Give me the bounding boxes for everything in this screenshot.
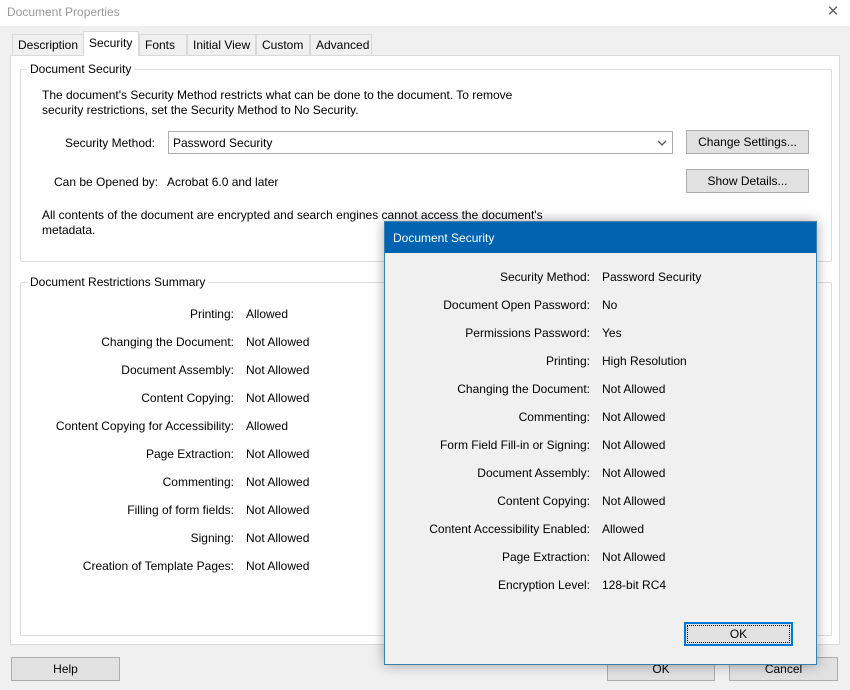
security-detail-label: Form Field Fill-in or Signing: xyxy=(439,438,590,452)
opened-by-value: Acrobat 6.0 and later xyxy=(167,175,279,189)
security-detail-value: Not Allowed xyxy=(602,382,666,396)
chevron-down-icon xyxy=(657,140,667,146)
restriction-value: Not Allowed xyxy=(246,363,310,377)
restriction-value: Not Allowed xyxy=(246,335,310,349)
document-security-legend: Document Security xyxy=(27,62,135,76)
restriction-label: Creation of Template Pages: xyxy=(82,559,234,573)
tab-custom[interactable]: Custom xyxy=(256,34,310,56)
security-method-label: Security Method: xyxy=(64,136,155,150)
restriction-value: Not Allowed xyxy=(246,531,310,545)
restriction-value: Not Allowed xyxy=(246,559,310,573)
help-button[interactable]: Help xyxy=(11,657,120,681)
restriction-value: Not Allowed xyxy=(246,447,310,461)
restriction-label: Commenting: xyxy=(162,475,234,489)
tab-fonts[interactable]: Fonts xyxy=(139,34,187,56)
restriction-label: Content Copying: xyxy=(141,391,234,405)
security-detail-value: Not Allowed xyxy=(602,550,666,564)
close-icon[interactable]: ✕ xyxy=(822,2,844,22)
restriction-label: Signing: xyxy=(190,531,234,545)
security-detail-value: Allowed xyxy=(602,522,645,536)
restriction-value: Not Allowed xyxy=(246,391,310,405)
encryption-note-line-1: All contents of the document are encrypt… xyxy=(42,208,543,222)
restriction-label: Changing the Document: xyxy=(101,335,234,349)
security-detail-value: No xyxy=(602,298,618,312)
security-detail-label: Printing: xyxy=(545,354,590,368)
security-detail-value: Yes xyxy=(602,326,622,340)
security-detail-label: Permissions Password: xyxy=(465,326,590,340)
title-bar: Document Properties ✕ xyxy=(0,0,850,26)
restrictions-summary-legend: Document Restrictions Summary xyxy=(27,275,209,289)
security-detail-value: Not Allowed xyxy=(602,438,666,452)
security-detail-label: Page Extraction: xyxy=(501,550,590,564)
change-settings-button[interactable]: Change Settings... xyxy=(686,130,809,154)
security-detail-value: High Resolution xyxy=(602,354,687,368)
window-title: Document Properties xyxy=(7,5,120,19)
show-details-button[interactable]: Show Details... xyxy=(686,169,809,193)
security-detail-label: Document Open Password: xyxy=(443,298,590,312)
restriction-value: Not Allowed xyxy=(246,503,310,517)
security-detail-label: Content Accessibility Enabled: xyxy=(429,522,590,536)
restriction-value: Allowed xyxy=(246,307,289,321)
dialog-ok-button[interactable]: OK xyxy=(684,622,793,646)
security-description-line-2: security restrictions, set the Security … xyxy=(42,103,359,117)
security-detail-value: Not Allowed xyxy=(602,466,666,480)
restriction-label: Page Extraction: xyxy=(145,447,234,461)
security-description-line-1: The document's Security Method restricts… xyxy=(42,88,513,102)
encryption-note-line-2: metadata. xyxy=(42,223,96,237)
security-method-select[interactable]: Password Security xyxy=(168,131,673,154)
security-detail-label: Changing the Document: xyxy=(457,382,590,396)
restriction-label: Content Copying for Accessibility: xyxy=(55,419,234,433)
tab-initial-view[interactable]: Initial View xyxy=(187,34,256,56)
tab-description[interactable]: Description xyxy=(12,34,85,56)
document-security-dialog-title: Document Security xyxy=(385,222,816,253)
security-detail-label: Security Method: xyxy=(499,270,590,284)
tab-advanced[interactable]: Advanced xyxy=(310,34,372,56)
document-security-dialog-body: Security Method: Password Security Documen… xyxy=(385,253,816,664)
security-detail-label: Content Copying: xyxy=(497,494,590,508)
security-detail-value: Password Security xyxy=(602,270,702,284)
document-security-dialog: Document Security Security Method: Passwo… xyxy=(384,221,817,665)
opened-by-label: Can be Opened by: xyxy=(54,175,159,189)
restriction-value: Allowed xyxy=(246,419,289,433)
security-method-value: Password Security xyxy=(173,136,273,150)
tab-security[interactable]: Security xyxy=(83,31,139,56)
security-detail-label: Commenting: xyxy=(518,410,590,424)
restriction-label: Document Assembly: xyxy=(121,363,234,377)
restriction-label: Printing: xyxy=(189,307,234,321)
security-detail-value: Not Allowed xyxy=(602,494,666,508)
security-detail-label: Encryption Level: xyxy=(497,578,590,592)
restriction-value: Not Allowed xyxy=(246,475,310,489)
restriction-label: Filling of form fields: xyxy=(127,503,234,517)
security-detail-value: Not Allowed xyxy=(602,410,666,424)
security-detail-label: Document Assembly: xyxy=(477,466,590,480)
security-detail-value: 128-bit RC4 xyxy=(602,578,667,592)
